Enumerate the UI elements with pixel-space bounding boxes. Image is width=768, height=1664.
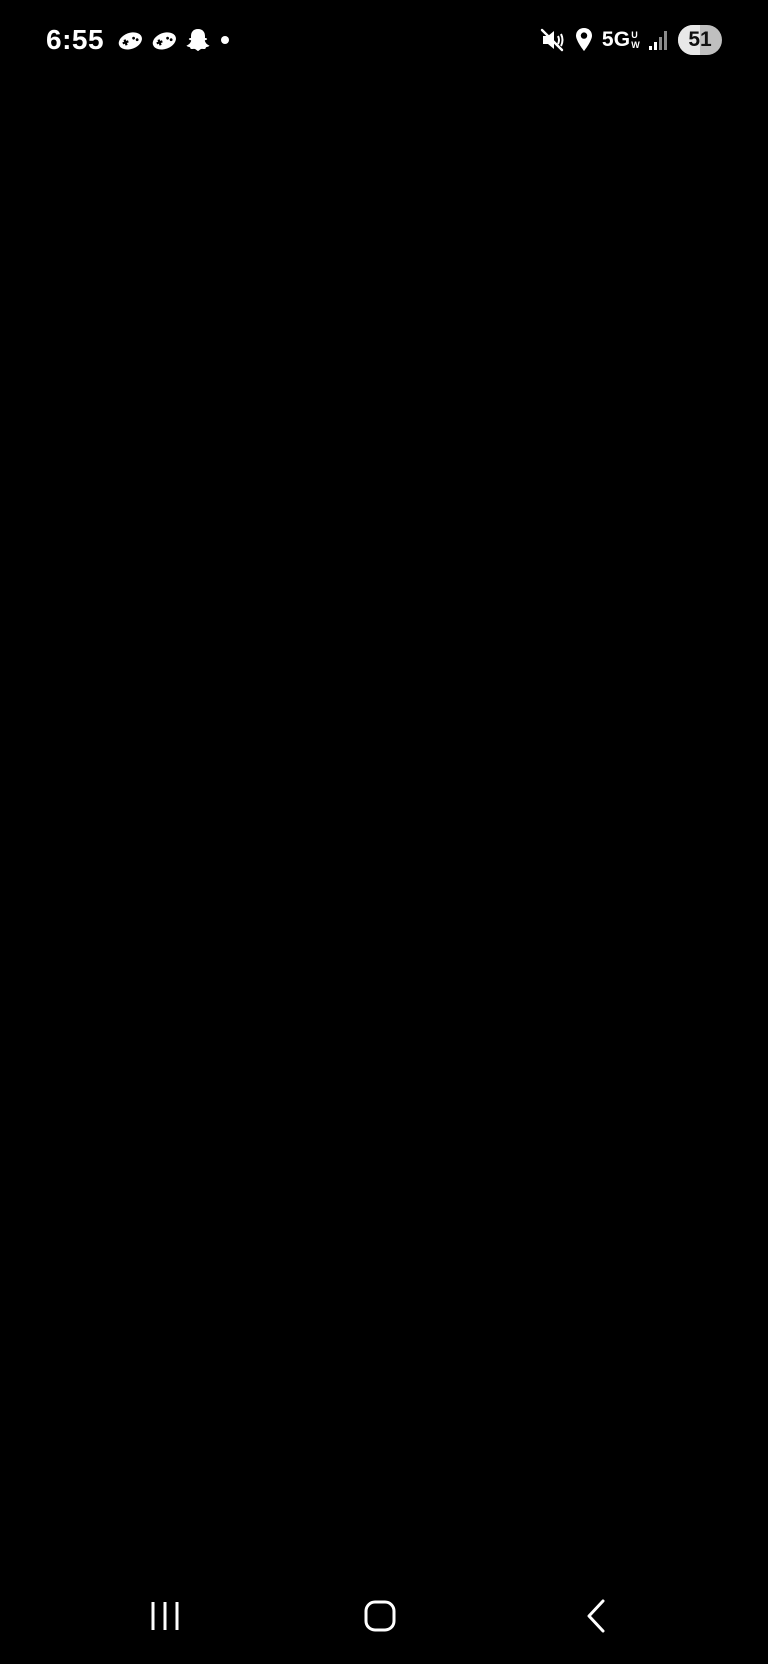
mute-vibrate-icon [540,28,564,52]
navigation-bar [0,1560,768,1664]
system-icons: 5G U W 51 [540,22,722,58]
back-icon [587,1599,605,1633]
home-icon [364,1600,396,1632]
home-button[interactable] [350,1586,410,1646]
snapchat-ghost-icon [186,29,210,51]
network-suffix-bottom: W [631,40,640,50]
game-controller-icon [152,32,176,50]
location-pin-icon [575,28,592,51]
status-bar: 6:55 5G U W 51 [0,0,768,80]
back-button[interactable] [566,1586,626,1646]
blank-content-area [0,80,768,1560]
more-notifications-dot-icon [221,36,229,44]
network-label: 5G [601,28,631,51]
recent-apps-button[interactable] [135,1586,195,1646]
network-suffix-top: U [631,30,638,40]
battery-level: 51 [688,28,712,51]
battery-icon: 51 [678,25,722,55]
game-controller-icon [118,32,142,50]
network-suffix: U W [631,30,640,50]
phone-screen: 6:55 5G U W 51 [0,0,768,1664]
signal-strength-icon [649,31,667,50]
status-time: 6:55 [46,24,105,55]
recent-apps-icon [151,1602,179,1630]
notification-icons [116,26,232,54]
network-type: 5G U W [602,28,640,52]
